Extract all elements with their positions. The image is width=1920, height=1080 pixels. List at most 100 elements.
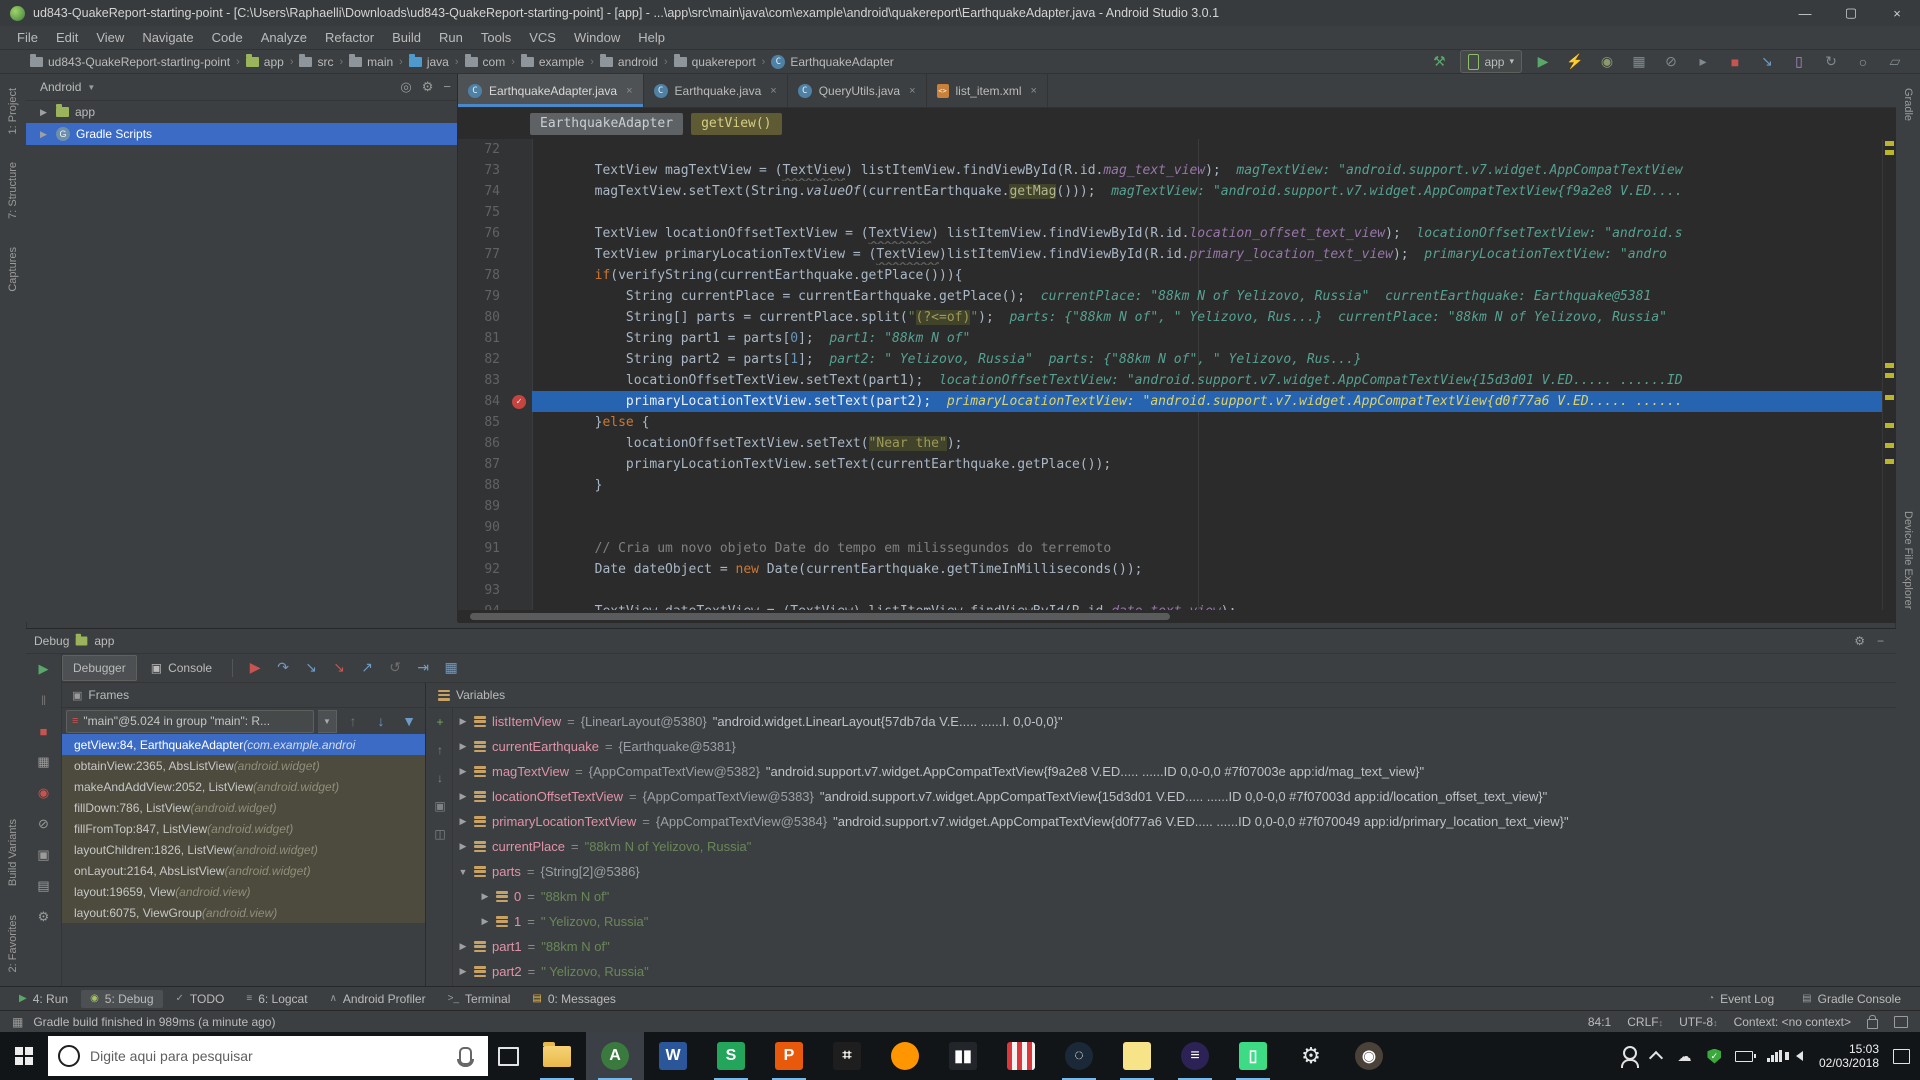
breadcrumb-method-chip[interactable]: getView() (691, 112, 782, 135)
lock-icon[interactable] (1867, 1014, 1878, 1029)
tool-stripe-device-file-explorer[interactable]: Device File Explorer (1902, 511, 1914, 609)
settings-gear-icon[interactable]: ⚙ (34, 907, 54, 927)
mute-breakpoints-icon[interactable]: ⊘ (34, 814, 54, 834)
frame-row[interactable]: onLayout:2164, AbsListView (android.widg… (62, 860, 425, 881)
gutter-icon-cell[interactable] (506, 349, 532, 370)
capture-icon[interactable]: ◫ (434, 827, 445, 841)
error-stripe-mark[interactable] (1885, 363, 1894, 368)
horizontal-scrollbar-thumb[interactable] (470, 613, 1170, 620)
people-icon[interactable] (1621, 1046, 1640, 1068)
taskbar-app-bar-chart-app[interactable]: ▮▮ (934, 1032, 992, 1080)
profiler-icon[interactable]: ▦ (1628, 52, 1650, 72)
expand-arrow-icon[interactable]: ▶ (40, 107, 50, 118)
variable-row[interactable]: ▶ locationOffsetTextView = {AppCompatTextVi… (452, 784, 1896, 809)
variable-row[interactable]: ▼ parts = {String[2]@5386} (452, 859, 1896, 884)
breadcrumb-item-app[interactable]: app (245, 53, 284, 69)
debug-tab-debugger[interactable]: Debugger (62, 654, 137, 681)
gutter-icon-cell[interactable] (506, 580, 532, 601)
stop-button[interactable]: ■ (34, 721, 54, 741)
attach-debugger-icon[interactable]: ↘ (1756, 52, 1778, 72)
frame-down-icon[interactable]: ↓ (369, 710, 393, 732)
error-stripe-mark[interactable] (1885, 150, 1894, 155)
frame-row[interactable]: layout:19659, View (android.view) (62, 881, 425, 902)
code-area[interactable]: 72 73 TextView magTextView = (TextView) l… (458, 139, 1896, 610)
breadcrumb-item-ud843-QuakeReport-starting-point[interactable]: ud843-QuakeReport-starting-point (30, 53, 230, 69)
expand-arrow-icon[interactable]: ▶ (458, 966, 468, 977)
code-line-86[interactable]: 86 locationOffsetTextView.setText("Near … (458, 433, 1896, 454)
menu-item-run[interactable]: Run (430, 26, 472, 49)
gutter-icon-cell[interactable] (506, 433, 532, 454)
toolwindow-event-log[interactable]: ◔ Event Log (1699, 990, 1783, 1008)
tool-stripe-7-structure[interactable]: 7: Structure (7, 162, 19, 219)
variable-row[interactable]: ▶ currentEarthquake = {Earthquake@5381} (452, 734, 1896, 759)
error-stripe-mark[interactable] (1885, 373, 1894, 378)
variable-row[interactable]: ▶ currentPlace = "88km N of Yelizovo, Russi… (452, 834, 1896, 859)
toolwindow-todo[interactable]: ✓ TODO (167, 990, 234, 1008)
code-text[interactable]: TextView locationOffsetTextView = (TextV… (532, 223, 1896, 244)
task-view-button[interactable] (488, 1032, 528, 1080)
gutter-icon-cell[interactable] (506, 412, 532, 433)
expand-arrow-icon[interactable]: ▶ (480, 916, 490, 927)
variable-row[interactable]: ▶ 1 = " Yelizovo, Russia" (452, 909, 1896, 934)
frame-row[interactable]: fillFromTop:847, ListView (android.widge… (62, 818, 425, 839)
menu-item-analyze[interactable]: Analyze (252, 26, 316, 49)
tool-stripe-2-favorites[interactable]: 2: Favorites (7, 915, 19, 972)
settings-gear-icon[interactable]: ⚙ (1854, 634, 1865, 648)
scroll-from-source-icon[interactable]: ◎ (400, 79, 411, 95)
error-stripe[interactable] (1882, 139, 1896, 610)
code-text[interactable]: magTextView.setText(String.valueOf(curre… (532, 181, 1896, 202)
notification-center-icon[interactable] (1893, 1048, 1910, 1064)
expand-arrow-icon[interactable]: ▶ (458, 741, 468, 752)
taskbar-app-orange-p-app[interactable]: P (760, 1032, 818, 1080)
hide-panel-icon[interactable]: − (1877, 634, 1884, 648)
coverage-icon[interactable]: ⊘ (1660, 52, 1682, 72)
code-text[interactable]: // Cria um novo objeto Date do tempo em … (532, 538, 1896, 559)
taskbar-app-android-studio[interactable]: A (586, 1032, 644, 1080)
move-up-icon[interactable]: ↑ (437, 743, 443, 757)
code-text[interactable] (532, 496, 1896, 517)
toolwindow-terminal[interactable]: >_ Terminal (439, 990, 520, 1008)
code-text[interactable]: String part2 = parts[1]; part2: " Yelizo… (532, 349, 1896, 370)
taskbar-app-steam[interactable]: ◌ (1050, 1032, 1108, 1080)
variable-row[interactable]: ▶ part1 = "88km N of" (452, 934, 1896, 959)
breadcrumb-item-android[interactable]: android (599, 53, 658, 69)
gutter-icon-cell[interactable] (506, 517, 532, 538)
error-stripe-mark[interactable] (1885, 459, 1894, 464)
screenshot-icon[interactable]: ▣ (34, 845, 54, 865)
expand-arrow-icon[interactable]: ▶ (458, 766, 468, 777)
screen-icon[interactable] (1894, 1015, 1908, 1028)
horizontal-scrollbar[interactable] (458, 610, 1896, 623)
menu-item-vcs[interactable]: VCS (520, 26, 565, 49)
toolwindow-gradle-console[interactable]: ▤ Gradle Console (1793, 990, 1910, 1008)
menu-item-refactor[interactable]: Refactor (316, 26, 383, 49)
gutter-icon-cell[interactable] (506, 538, 532, 559)
taskbar-app-settings-app[interactable]: ⚙ (1282, 1032, 1340, 1080)
stop-button[interactable]: ■ (1724, 52, 1746, 72)
code-line-87[interactable]: 87 primaryLocationTextView.setText(curre… (458, 454, 1896, 475)
close-icon[interactable]: × (770, 85, 776, 97)
tool-stripe-gradle[interactable]: Gradle (1902, 88, 1914, 121)
taskbar-app-sticky-notes[interactable] (1108, 1032, 1166, 1080)
code-line-88[interactable]: 88 } (458, 475, 1896, 496)
code-line-92[interactable]: 92 Date dateObject = new Date(currentEar… (458, 559, 1896, 580)
battery-icon[interactable] (1735, 1050, 1757, 1062)
code-line-73[interactable]: 73 TextView magTextView = (TextView) lis… (458, 160, 1896, 181)
frame-row[interactable]: getView:84, EarthquakeAdapter (com.examp… (62, 734, 425, 755)
code-text[interactable]: primaryLocationTextView.setText(currentE… (532, 454, 1896, 475)
line-ending-selector[interactable]: CRLF↕ (1627, 1015, 1663, 1029)
breadcrumb-item-java[interactable]: java (408, 53, 449, 69)
taskbar-app-calculator-app[interactable]: ⌗ (818, 1032, 876, 1080)
force-step-into-icon[interactable]: ↘ (327, 657, 351, 679)
code-line-90[interactable]: 90 (458, 517, 1896, 538)
code-text[interactable] (532, 202, 1896, 223)
gutter-icon-cell[interactable] (506, 286, 532, 307)
code-line-85[interactable]: 85 }else { (458, 412, 1896, 433)
caret-position[interactable]: 84:1 (1588, 1015, 1611, 1029)
chevron-up-icon[interactable] (1649, 1050, 1664, 1066)
menu-item-edit[interactable]: Edit (47, 26, 87, 49)
code-text[interactable]: }else { (532, 412, 1896, 433)
hide-panel-icon[interactable]: − (443, 79, 451, 95)
code-text[interactable] (532, 580, 1896, 601)
breadcrumb-class-chip[interactable]: EarthquakeAdapter (530, 112, 684, 135)
gutter-icon-cell[interactable] (506, 496, 532, 517)
